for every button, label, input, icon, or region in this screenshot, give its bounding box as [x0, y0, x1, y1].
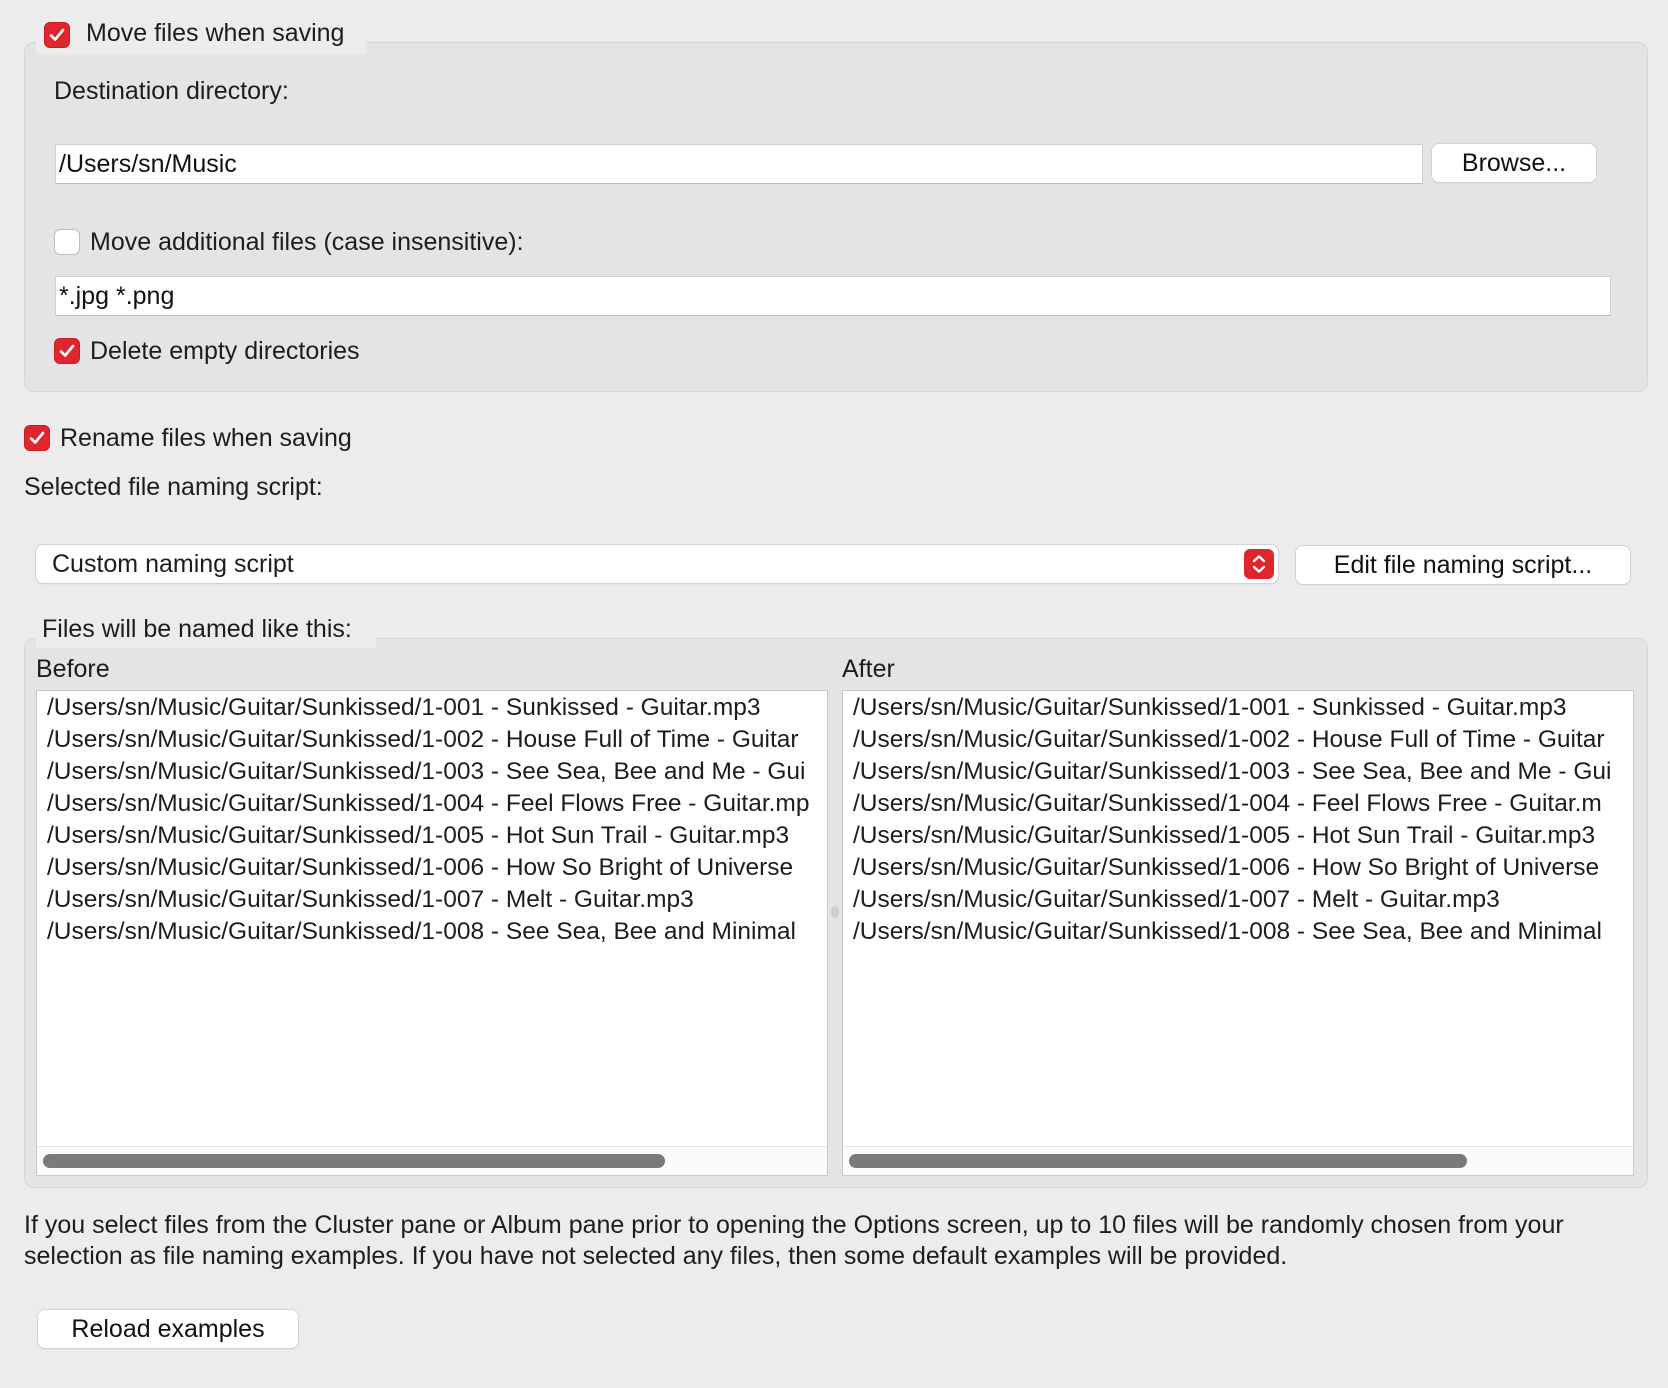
checkmark-icon — [49, 28, 65, 41]
checkmark-icon — [29, 431, 45, 444]
destination-directory-label: Destination directory: — [54, 77, 289, 105]
after-list[interactable]: /Users/sn/Music/Guitar/Sunkissed/1-001 -… — [842, 690, 1634, 1176]
before-horizontal-scrollbar[interactable] — [37, 1146, 827, 1175]
list-item[interactable]: /Users/sn/Music/Guitar/Sunkissed/1-002 -… — [47, 724, 809, 756]
before-scrollbar-thumb[interactable] — [43, 1154, 665, 1168]
move-additional-files-checkbox[interactable] — [54, 229, 80, 255]
list-item[interactable]: /Users/sn/Music/Guitar/Sunkissed/1-007 -… — [853, 884, 1611, 916]
delete-empty-directories-checkbox[interactable] — [54, 338, 80, 364]
list-item[interactable]: /Users/sn/Music/Guitar/Sunkissed/1-007 -… — [47, 884, 809, 916]
after-horizontal-scrollbar[interactable] — [843, 1146, 1633, 1175]
reload-examples-button[interactable]: Reload examples — [38, 1310, 298, 1348]
list-item[interactable]: /Users/sn/Music/Guitar/Sunkissed/1-006 -… — [853, 852, 1611, 884]
up-down-chevron-icon — [1244, 549, 1274, 579]
after-items: /Users/sn/Music/Guitar/Sunkissed/1-001 -… — [853, 692, 1611, 948]
browse-button[interactable]: Browse... — [1432, 144, 1596, 182]
list-item[interactable]: /Users/sn/Music/Guitar/Sunkissed/1-003 -… — [853, 756, 1611, 788]
checkmark-icon — [59, 344, 75, 357]
naming-script-selected-value: Custom naming script — [52, 550, 294, 578]
list-item[interactable]: /Users/sn/Music/Guitar/Sunkissed/1-003 -… — [47, 756, 809, 788]
examples-group-title: Files will be named like this: — [42, 615, 352, 643]
examples-info-text: If you select files from the Cluster pan… — [24, 1211, 1564, 1270]
move-files-checkbox[interactable] — [44, 22, 70, 48]
before-list[interactable]: /Users/sn/Music/Guitar/Sunkissed/1-001 -… — [36, 690, 828, 1176]
list-item[interactable]: /Users/sn/Music/Guitar/Sunkissed/1-008 -… — [47, 916, 809, 948]
list-item[interactable]: /Users/sn/Music/Guitar/Sunkissed/1-004 -… — [853, 788, 1611, 820]
move-files-label[interactable]: Move files when saving — [86, 18, 344, 48]
after-header: After — [842, 655, 895, 683]
additional-files-patterns-input[interactable] — [55, 276, 1611, 316]
after-scrollbar-thumb[interactable] — [849, 1154, 1467, 1168]
selected-script-label: Selected file naming script: — [24, 473, 323, 501]
list-item[interactable]: /Users/sn/Music/Guitar/Sunkissed/1-002 -… — [853, 724, 1611, 756]
list-item[interactable]: /Users/sn/Music/Guitar/Sunkissed/1-004 -… — [47, 788, 809, 820]
list-item[interactable]: /Users/sn/Music/Guitar/Sunkissed/1-008 -… — [853, 916, 1611, 948]
destination-directory-input[interactable] — [55, 144, 1423, 184]
list-item[interactable]: /Users/sn/Music/Guitar/Sunkissed/1-006 -… — [47, 852, 809, 884]
list-item[interactable]: /Users/sn/Music/Guitar/Sunkissed/1-001 -… — [47, 692, 809, 724]
list-item[interactable]: /Users/sn/Music/Guitar/Sunkissed/1-001 -… — [853, 692, 1611, 724]
rename-files-checkbox[interactable] — [24, 425, 50, 451]
list-item[interactable]: /Users/sn/Music/Guitar/Sunkissed/1-005 -… — [853, 820, 1611, 852]
before-header: Before — [36, 655, 110, 683]
rename-files-label[interactable]: Rename files when saving — [60, 423, 352, 453]
splitter-handle[interactable] — [831, 906, 839, 918]
move-additional-files-label[interactable]: Move additional files (case insensitive)… — [90, 227, 524, 257]
before-items: /Users/sn/Music/Guitar/Sunkissed/1-001 -… — [47, 692, 809, 948]
delete-empty-directories-label[interactable]: Delete empty directories — [90, 336, 360, 366]
naming-script-select[interactable]: Custom naming script — [36, 545, 1278, 583]
list-item[interactable]: /Users/sn/Music/Guitar/Sunkissed/1-005 -… — [47, 820, 809, 852]
edit-naming-script-button[interactable]: Edit file naming script... — [1296, 546, 1630, 584]
